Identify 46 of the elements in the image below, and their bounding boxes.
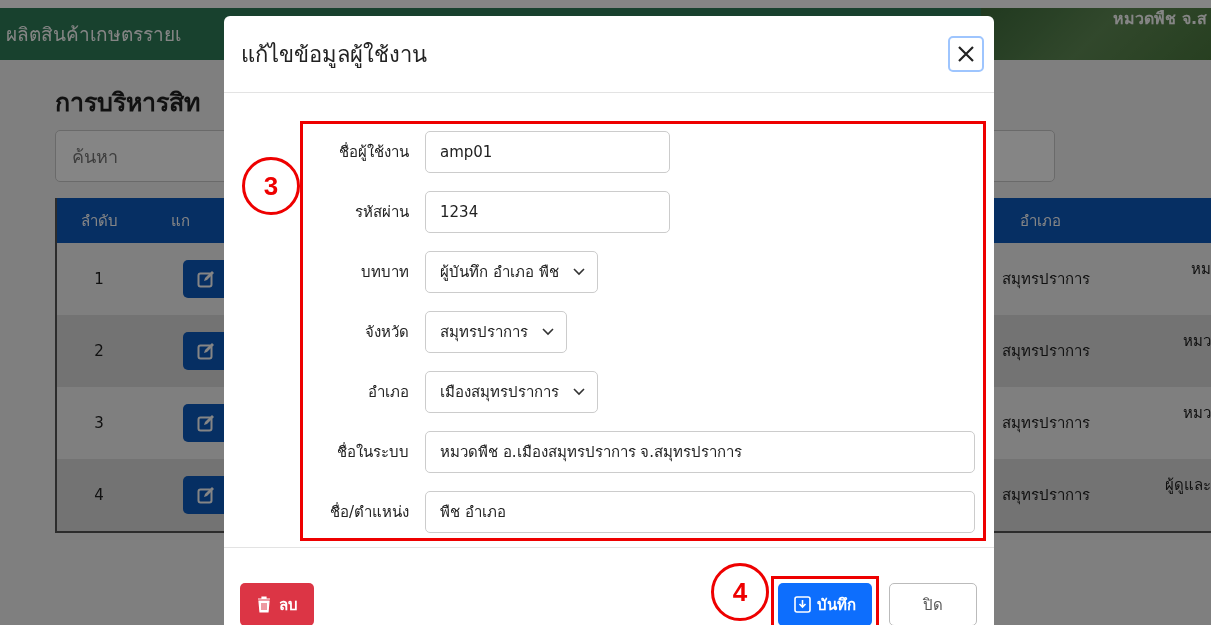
download-icon — [794, 596, 811, 613]
table-cell-text: 1 — [93, 269, 105, 290]
input-field[interactable]: พืช อำเภอ — [425, 491, 975, 533]
page-title: การบริหารสิท — [55, 87, 201, 119]
table-cell: 2 — [57, 315, 147, 387]
user-name: หมวดพืช จ.ส — [1113, 8, 1207, 30]
table-cell: 4 — [57, 459, 147, 531]
chevron-down-icon — [573, 388, 585, 396]
field-label: ชื่อ/ตำแหน่ง — [328, 501, 410, 523]
table-cell: สมุทรปราการ — [996, 315, 1156, 387]
edit-icon — [197, 414, 215, 432]
input-field[interactable]: 1234 — [425, 191, 670, 233]
table-cell: สมุทรปราการ — [996, 459, 1156, 531]
select-field[interactable]: เมืองสมุทรปราการ — [425, 371, 598, 413]
table-cell-text: สมุทรปราการ — [1001, 413, 1091, 435]
field-label: จังหวัด — [364, 322, 410, 343]
delete-button[interactable]: ลบ — [240, 583, 314, 625]
edit-icon — [197, 342, 215, 360]
close-button[interactable] — [948, 36, 984, 72]
select-field[interactable]: สมุทรปราการ — [425, 311, 567, 353]
trash-icon — [256, 596, 273, 613]
table-cell-text: หม — [1190, 259, 1211, 280]
table-cell: หมว — [1156, 315, 1211, 387]
table-cell-text: 3 — [93, 413, 105, 434]
column-header: อำเภอ — [996, 198, 1156, 243]
edit-icon — [197, 486, 215, 504]
field-label: ชื่อผู้ใช้งาน — [338, 141, 410, 163]
close-button[interactable]: ปิด — [889, 583, 977, 625]
site-title: ผลิตสินค้าเกษตรรายเ — [6, 22, 181, 47]
input-field[interactable]: amp01 — [425, 131, 670, 173]
field-label: อำเภอ — [367, 382, 410, 403]
field-label: บทบาท — [360, 262, 410, 283]
chevron-down-icon — [542, 328, 554, 336]
select-field[interactable]: ผู้บันทึก อำเภอ พืช — [425, 251, 598, 293]
edit-icon — [197, 270, 215, 288]
input-field[interactable]: หมวดพืช อ.เมืองสมุทรปราการ จ.สมุทรปราการ — [425, 431, 975, 473]
chevron-down-icon — [572, 268, 585, 276]
dialog-title: แก้ไขข้อมูลผู้ใช้งาน — [241, 40, 427, 70]
table-cell-text: สมุทรปราการ — [1001, 269, 1091, 291]
table-cell-text: หมว — [1182, 403, 1211, 424]
save-button[interactable]: บันทึก — [778, 583, 872, 625]
table-cell: ผู้ดูและ — [1156, 459, 1211, 531]
field-label: ชื่อในระบบ — [336, 441, 410, 463]
close-icon — [957, 45, 975, 63]
field-label: รหัสผ่าน — [354, 202, 410, 223]
column-header: ลำดับ — [57, 198, 147, 243]
